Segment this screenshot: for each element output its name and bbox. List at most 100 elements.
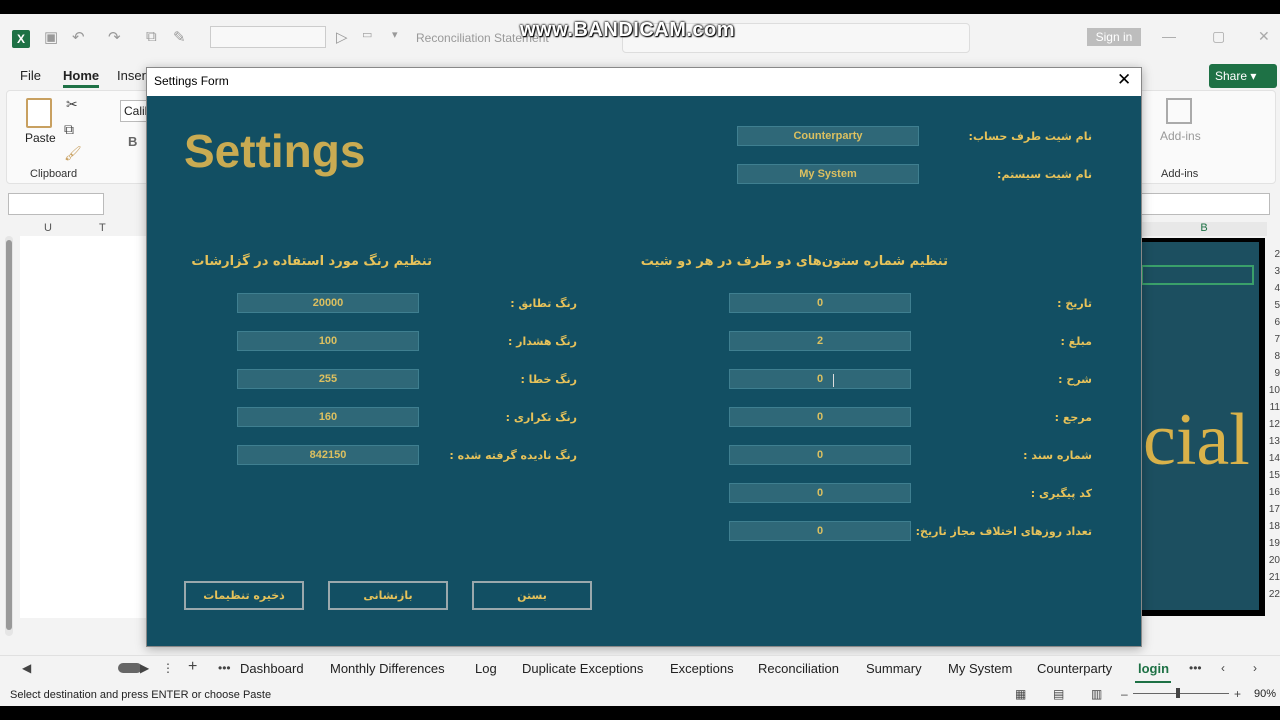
tab-options-icon[interactable]: ⋮ (162, 661, 174, 675)
row-number[interactable]: 6 (1267, 314, 1280, 331)
allowed-date-diff-field[interactable]: 0 (729, 521, 911, 541)
column-header-t[interactable]: T (99, 222, 106, 236)
row-number[interactable]: 3 (1267, 263, 1280, 280)
tab-exceptions[interactable]: Exceptions (670, 661, 734, 676)
duplicate-color-field[interactable]: 160 (237, 407, 419, 427)
row-number[interactable]: 14 (1267, 450, 1280, 467)
tab-summary[interactable]: Summary (866, 661, 922, 676)
addins-button-label[interactable]: Add-ins (1160, 129, 1201, 143)
system-sheet-field[interactable]: My System (737, 164, 919, 184)
redo-icon[interactable]: ↷ (108, 28, 121, 46)
row-number[interactable]: 9 (1267, 365, 1280, 382)
more-sheets-right-icon[interactable]: ••• (1189, 661, 1202, 675)
copy-icon[interactable]: ⧉ (146, 28, 157, 45)
play-icon[interactable]: ▷ (336, 28, 348, 46)
warning-color-field[interactable]: 100 (237, 331, 419, 351)
row-number[interactable]: 10 (1267, 382, 1280, 399)
dialog-close-icon[interactable]: ✕ (1117, 70, 1131, 90)
tracking-code-column-field[interactable]: 0 (729, 483, 911, 503)
tab-monthly-differences[interactable]: Monthly Differences (330, 661, 445, 676)
row-number[interactable]: 18 (1267, 518, 1280, 535)
row-number[interactable]: 20 (1267, 552, 1280, 569)
tab-scroll-left-icon[interactable]: ◀ (22, 661, 31, 675)
addins-icon[interactable] (1166, 98, 1192, 124)
undo-icon[interactable]: ↶ (72, 28, 85, 46)
column-header-b[interactable]: B (1141, 222, 1267, 236)
description-column-field[interactable]: 0 (729, 369, 911, 389)
paste-icon[interactable] (26, 98, 52, 128)
format-painter-icon[interactable]: 🖌 (64, 145, 82, 162)
bold-button[interactable]: B (128, 134, 137, 149)
horizontal-scroll-thumb[interactable] (118, 663, 142, 673)
tab-scroll-right-icon[interactable]: ▶ (140, 661, 149, 675)
zoom-slider-thumb[interactable] (1176, 688, 1180, 698)
column-header-u[interactable]: U (44, 222, 52, 236)
row-number[interactable]: 13 (1267, 433, 1280, 450)
worksheet-grid[interactable] (20, 236, 146, 618)
menu-insert[interactable]: Insert (117, 68, 150, 83)
match-color-field[interactable]: 20000 (237, 293, 419, 313)
row-number[interactable]: 7 (1267, 331, 1280, 348)
reset-button[interactable]: بازنشانی (328, 581, 448, 610)
tab-log[interactable]: Log (475, 661, 497, 676)
reference-column-field[interactable]: 0 (729, 407, 911, 427)
date-column-field[interactable]: 0 (729, 293, 911, 313)
row-number[interactable]: 8 (1267, 348, 1280, 365)
sign-in-button[interactable]: Sign in (1087, 28, 1141, 46)
page-break-icon[interactable]: ▥ (1091, 687, 1102, 701)
amount-column-field[interactable]: 2 (729, 331, 911, 351)
customize-icon[interactable]: ▾ (392, 28, 398, 41)
close-button[interactable]: بستن (472, 581, 592, 610)
row-number[interactable]: 15 (1267, 467, 1280, 484)
window-close-icon[interactable]: ✕ (1258, 28, 1270, 45)
row-number[interactable]: 12 (1267, 416, 1280, 433)
tab-counterparty[interactable]: Counterparty (1037, 661, 1112, 676)
ignored-color-field[interactable]: 842150 (237, 445, 419, 465)
error-color-field[interactable]: 255 (237, 369, 419, 389)
add-sheet-icon[interactable]: + (188, 658, 197, 676)
menu-file[interactable]: File (20, 68, 41, 83)
zoom-in-icon[interactable]: + (1234, 687, 1241, 701)
row-number[interactable]: 16 (1267, 484, 1280, 501)
zoom-out-icon[interactable]: – (1121, 687, 1128, 701)
save-settings-button[interactable]: ذخیره تنظیمات (184, 581, 304, 610)
save-icon[interactable]: ▣ (44, 28, 58, 46)
prev-sheet-icon[interactable]: ‹ (1221, 661, 1225, 675)
document-number-column-field[interactable]: 0 (729, 445, 911, 465)
cut-icon[interactable]: ✂ (66, 96, 78, 113)
share-button[interactable]: Share ▾ (1209, 64, 1277, 88)
copy-ribbon-icon[interactable]: ⧉ (64, 121, 74, 138)
more-sheets-left-icon[interactable]: ••• (218, 661, 231, 675)
menu-home[interactable]: Home (63, 68, 99, 83)
zoom-level[interactable]: 90% (1254, 688, 1276, 700)
vertical-scroll-thumb[interactable] (6, 240, 12, 630)
normal-view-icon[interactable]: ▦ (1015, 687, 1026, 701)
tab-dashboard[interactable]: Dashboard (240, 661, 304, 676)
minimize-icon[interactable]: — (1162, 28, 1176, 44)
row-number[interactable]: 19 (1267, 535, 1280, 552)
next-sheet-icon[interactable]: › (1253, 661, 1257, 675)
row-number[interactable]: 22 (1267, 586, 1280, 603)
page-layout-icon[interactable]: ▤ (1053, 687, 1064, 701)
counterparty-sheet-field[interactable]: Counterparty (737, 126, 919, 146)
row-number[interactable]: 5 (1267, 297, 1280, 314)
formula-input[interactable] (1140, 193, 1270, 215)
row-number[interactable]: 2 (1267, 246, 1280, 263)
name-box[interactable] (8, 193, 104, 215)
toolbar-icon[interactable]: ▭ (362, 28, 372, 41)
row-number[interactable]: 17 (1267, 501, 1280, 518)
row-number[interactable]: 21 (1267, 569, 1280, 586)
font-combo[interactable] (210, 26, 326, 48)
tab-my-system[interactable]: My System (948, 661, 1012, 676)
row-number[interactable]: 11 (1267, 399, 1280, 416)
tab-login[interactable]: login (1138, 661, 1169, 676)
format-icon[interactable]: ✎ (173, 28, 186, 46)
columns-section-title: تنظیم شماره ستون‌های دو طرف در هر دو شیت (640, 254, 948, 269)
restore-icon[interactable]: ▢ (1212, 28, 1225, 45)
selected-cell[interactable] (1141, 265, 1254, 285)
tab-duplicate-exceptions[interactable]: Duplicate Exceptions (522, 661, 643, 676)
row-number[interactable]: 4 (1267, 280, 1280, 297)
paste-label[interactable]: Paste (25, 131, 56, 145)
zoom-slider-track[interactable] (1133, 693, 1229, 694)
tab-reconciliation[interactable]: Reconciliation (758, 661, 839, 676)
